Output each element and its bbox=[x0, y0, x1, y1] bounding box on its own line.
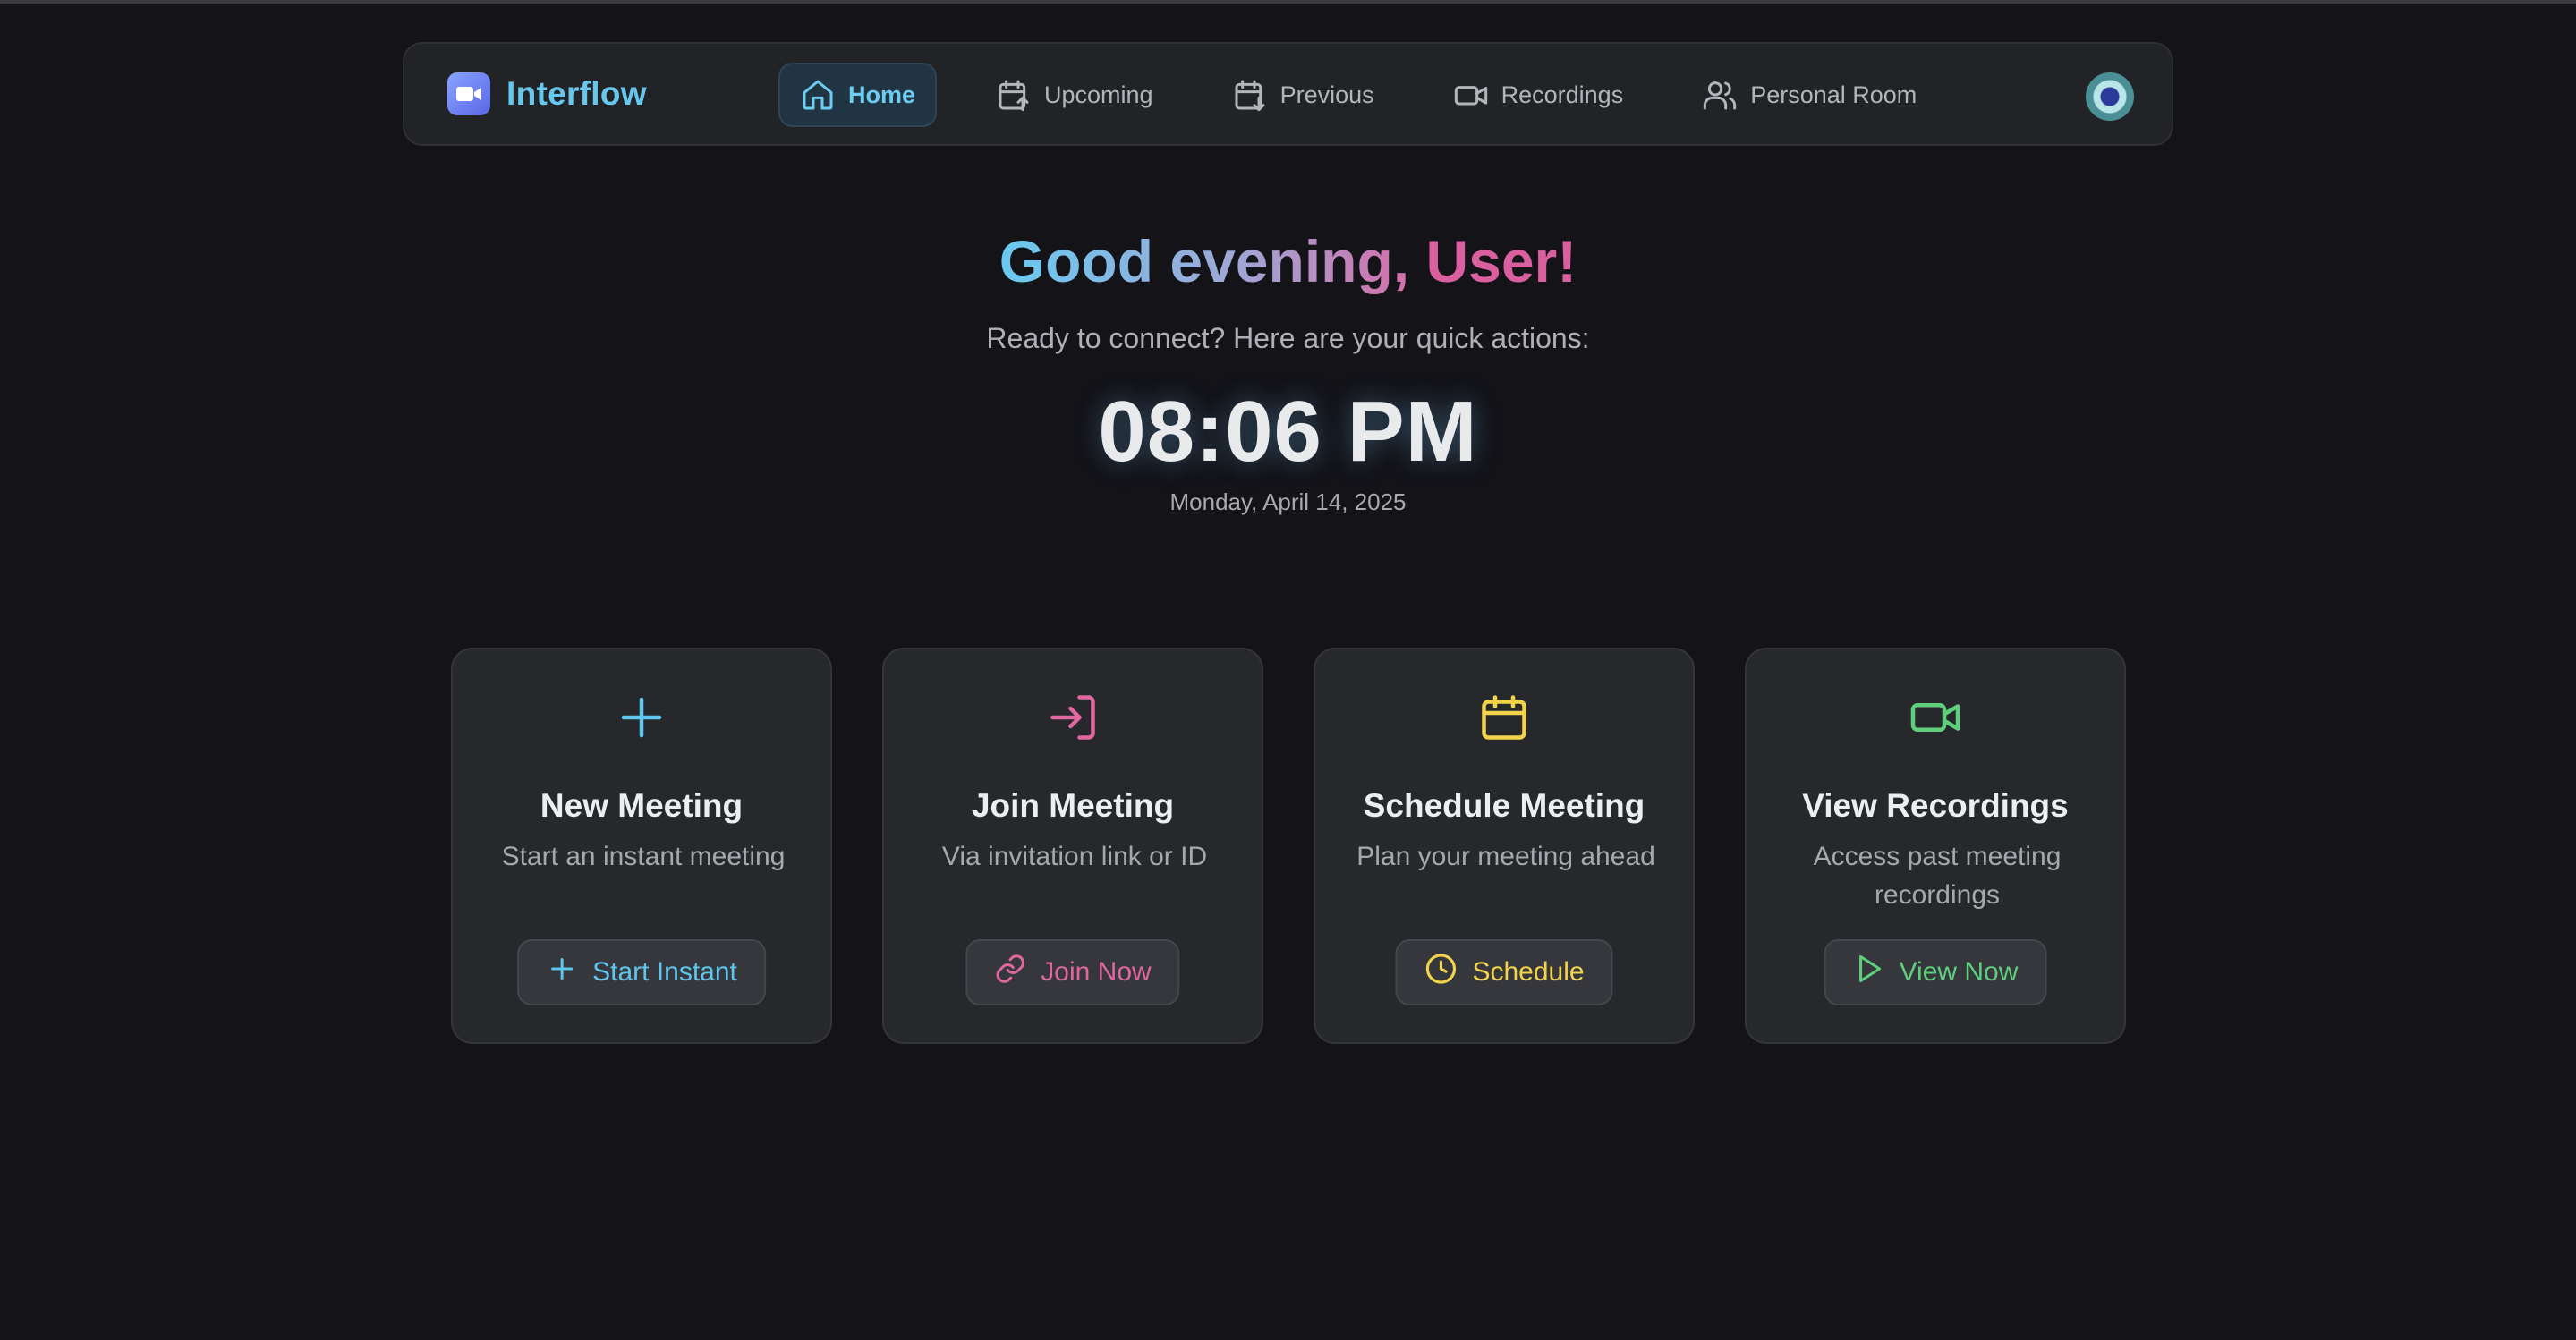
calendar-up-icon bbox=[996, 77, 1032, 113]
plus-icon bbox=[615, 691, 668, 749]
nav-item-home[interactable]: Home bbox=[778, 63, 938, 127]
login-icon bbox=[1046, 691, 1100, 749]
card-join-meeting[interactable]: Join Meeting Via invitation link or ID J… bbox=[882, 648, 1263, 1044]
card-title: Schedule Meeting bbox=[1363, 787, 1645, 824]
user-avatar[interactable] bbox=[2086, 72, 2134, 121]
button-label: View Now bbox=[1899, 957, 2019, 987]
nav-item-upcoming[interactable]: Upcoming bbox=[976, 63, 1173, 127]
nav-item-label: Previous bbox=[1279, 81, 1374, 108]
nav-item-recordings[interactable]: Recordings bbox=[1433, 63, 1644, 127]
top-navbar: Interflow Home Upcoming Previous Recordi… bbox=[403, 42, 2173, 146]
users-icon bbox=[1702, 77, 1738, 113]
home-icon bbox=[800, 77, 836, 113]
video-camera-logo-icon bbox=[447, 72, 490, 115]
window-top-border bbox=[0, 0, 2576, 4]
link-icon bbox=[994, 953, 1026, 992]
join-now-button[interactable]: Join Now bbox=[965, 939, 1180, 1005]
calendar-down-icon bbox=[1232, 77, 1268, 113]
calendar-icon bbox=[1477, 691, 1531, 749]
card-schedule-meeting[interactable]: Schedule Meeting Plan your meeting ahead… bbox=[1314, 648, 1695, 1044]
card-title: Join Meeting bbox=[971, 787, 1175, 824]
card-new-meeting[interactable]: New Meeting Start an instant meeting Sta… bbox=[451, 648, 832, 1044]
greeting-heading: Good evening, User! bbox=[0, 224, 2576, 299]
card-description: Via invitation link or ID bbox=[941, 842, 1208, 871]
nav-item-label: Home bbox=[848, 81, 916, 108]
nav-item-label: Upcoming bbox=[1044, 81, 1153, 108]
card-title: New Meeting bbox=[540, 787, 744, 824]
button-label: Join Now bbox=[1041, 957, 1152, 987]
card-description: Plan your meeting ahead bbox=[1356, 842, 1655, 871]
card-view-recordings[interactable]: View Recordings Access past meeting reco… bbox=[1745, 648, 2126, 1044]
card-description: Start an instant meeting bbox=[501, 842, 786, 871]
play-icon bbox=[1853, 953, 1885, 992]
plus-icon bbox=[546, 953, 578, 992]
card-title: View Recordings bbox=[1802, 787, 2069, 824]
clock-date: Monday, April 14, 2025 bbox=[1169, 488, 1407, 515]
video-icon bbox=[1907, 691, 1964, 749]
brand[interactable]: Interflow bbox=[447, 72, 647, 115]
nav-item-label: Personal Room bbox=[1750, 81, 1917, 108]
brand-name: Interflow bbox=[506, 75, 647, 112]
view-now-button[interactable]: View Now bbox=[1824, 939, 2047, 1005]
start-instant-button[interactable]: Start Instant bbox=[517, 939, 766, 1005]
nav-item-previous[interactable]: Previous bbox=[1212, 63, 1394, 127]
nav-item-personal-room[interactable]: Personal Room bbox=[1682, 63, 1936, 127]
greeting-subtitle: Ready to connect? Here are your quick ac… bbox=[986, 322, 1590, 354]
greeting-user: User! bbox=[1425, 228, 1577, 294]
clock-icon bbox=[1424, 952, 1458, 993]
schedule-button[interactable]: Schedule bbox=[1395, 939, 1613, 1005]
card-description: Access past meeting recordings bbox=[1813, 842, 2062, 910]
clock-time: 08:06 PM bbox=[1098, 384, 1478, 479]
nav-items: Home Upcoming Previous Recordings Person… bbox=[778, 63, 1976, 127]
nav-item-label: Recordings bbox=[1501, 81, 1624, 108]
greeting-text: Good evening, bbox=[999, 228, 1426, 294]
button-label: Start Instant bbox=[592, 957, 737, 987]
button-label: Schedule bbox=[1472, 957, 1585, 987]
video-icon bbox=[1453, 77, 1489, 113]
